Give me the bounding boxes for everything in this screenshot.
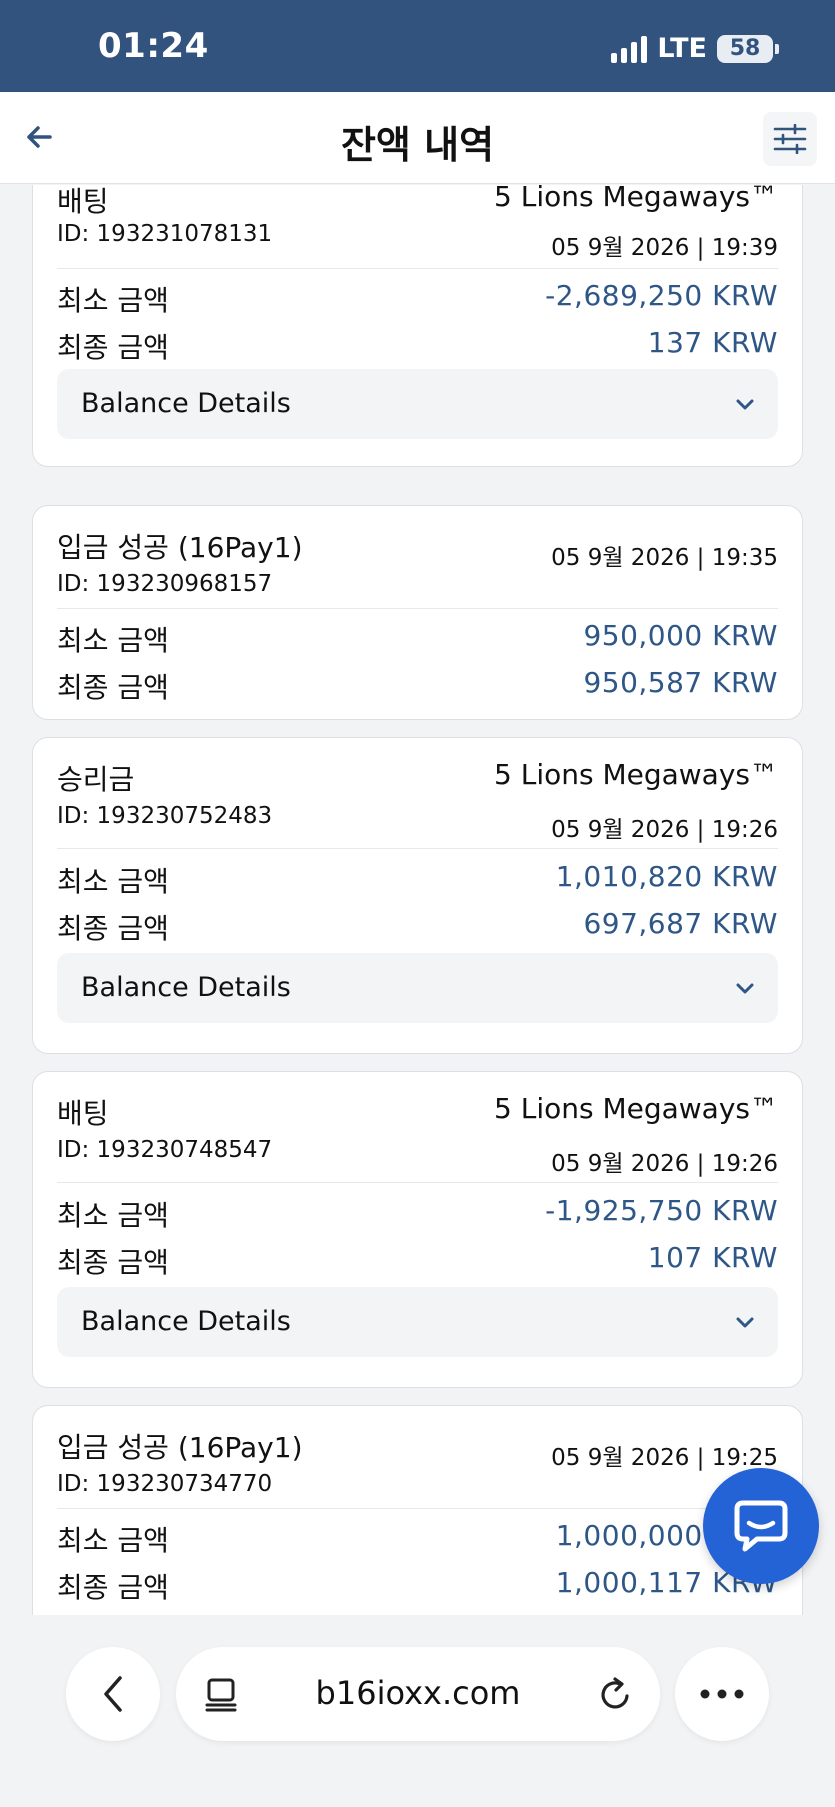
- divider: [57, 268, 778, 269]
- transaction-date: 05 9월 2026 | 19:35: [551, 545, 778, 571]
- balance-details-toggle[interactable]: Balance Details: [57, 953, 778, 1023]
- app-header: 잔액 내역: [0, 92, 835, 184]
- min-amount-label: 최소 금액: [57, 865, 169, 898]
- game-name: 5 Lions Megaways™: [494, 1092, 778, 1125]
- transaction-id: ID: 193230748547: [57, 1137, 273, 1163]
- transaction-id: ID: 193230734770: [57, 1471, 273, 1497]
- transaction-card: 배팅 5 Lions Megaways™ ID: 193230748547 05…: [32, 1071, 803, 1388]
- more-options-button[interactable]: [675, 1647, 769, 1741]
- transaction-date: 05 9월 2026 | 19:26: [551, 817, 778, 843]
- status-time: 01:24: [98, 26, 209, 66]
- reload-icon[interactable]: [598, 1675, 634, 1713]
- balance-details-label: Balance Details: [81, 388, 291, 419]
- sliders-icon: [773, 124, 807, 154]
- transaction-date: 05 9월 2026 | 19:39: [551, 235, 778, 261]
- transaction-type: 배팅: [57, 1097, 109, 1130]
- chat-button[interactable]: [703, 1468, 819, 1584]
- chevron-left-icon: [104, 1676, 122, 1712]
- min-amount-label: 최소 금액: [57, 624, 169, 657]
- min-amount-value: -2,689,250 KRW: [545, 279, 778, 312]
- final-amount-label: 최종 금액: [57, 1246, 169, 1279]
- transaction-card: 입금 성공 (16Pay1) 05 9월 2026 | 19:35 ID: 19…: [32, 505, 803, 720]
- chevron-down-icon: [736, 399, 754, 410]
- page-title: 잔액 내역: [340, 123, 495, 167]
- filter-button[interactable]: [763, 112, 817, 166]
- transaction-type: 입금 성공 (16Pay1): [57, 1431, 303, 1464]
- divider: [57, 1508, 778, 1509]
- final-amount-label: 최종 금액: [57, 671, 169, 704]
- transaction-card: 입금 성공 (16Pay1) 05 9월 2026 | 19:25 ID: 19…: [32, 1405, 803, 1615]
- min-amount-label: 최소 금액: [57, 1524, 169, 1557]
- final-amount-value: 950,587 KRW: [583, 666, 778, 699]
- min-amount-value: 950,000 KRW: [583, 619, 778, 652]
- browser-back-button[interactable]: [66, 1647, 160, 1741]
- divider: [57, 848, 778, 849]
- ellipsis-icon: [700, 1689, 744, 1699]
- chevron-down-icon: [736, 1317, 754, 1328]
- transaction-card: 배팅 5 Lions Megaways™ ID: 193231078131 05…: [32, 185, 803, 467]
- transaction-date: 05 9월 2026 | 19:25: [551, 1445, 778, 1471]
- status-indicators: LTE 58: [611, 33, 779, 64]
- game-name: 5 Lions Megaways™: [494, 185, 778, 213]
- final-amount-label: 최종 금액: [57, 912, 169, 945]
- balance-details-label: Balance Details: [81, 1306, 291, 1337]
- transaction-card: 승리금 5 Lions Megaways™ ID: 193230752483 0…: [32, 737, 803, 1054]
- transaction-type: 입금 성공 (16Pay1): [57, 531, 303, 564]
- chat-bubble-icon: [734, 1500, 788, 1552]
- battery-icon: 58: [717, 34, 779, 63]
- min-amount-label: 최소 금액: [57, 284, 169, 317]
- signal-icon: [611, 35, 648, 63]
- chevron-down-icon: [736, 983, 754, 994]
- transaction-id: ID: 193231078131: [57, 221, 273, 247]
- transaction-id: ID: 193230968157: [57, 571, 273, 597]
- network-type: LTE: [657, 33, 707, 64]
- game-name: 5 Lions Megaways™: [494, 758, 778, 791]
- min-amount-value: 1,010,820 KRW: [555, 860, 778, 893]
- final-amount-label: 최종 금액: [57, 1571, 169, 1604]
- balance-details-toggle[interactable]: Balance Details: [57, 1287, 778, 1357]
- transaction-list[interactable]: 배팅 5 Lions Megaways™ ID: 193231078131 05…: [0, 185, 835, 1615]
- final-amount-value: 137 KRW: [647, 326, 778, 359]
- final-amount-value: 107 KRW: [647, 1241, 778, 1274]
- transaction-date: 05 9월 2026 | 19:26: [551, 1151, 778, 1177]
- transaction-type: 승리금: [57, 763, 135, 796]
- url-text: b16ioxx.com: [315, 1674, 521, 1712]
- final-amount-label: 최종 금액: [57, 331, 169, 364]
- address-bar[interactable]: b16ioxx.com: [176, 1647, 660, 1741]
- status-bar: 01:24 LTE 58: [0, 0, 835, 92]
- balance-details-toggle[interactable]: Balance Details: [57, 369, 778, 439]
- final-amount-value: 697,687 KRW: [583, 907, 778, 940]
- balance-details-label: Balance Details: [81, 972, 291, 1003]
- divider: [57, 608, 778, 609]
- min-amount-value: -1,925,750 KRW: [545, 1194, 778, 1227]
- transaction-id: ID: 193230752483: [57, 803, 273, 829]
- min-amount-label: 최소 금액: [57, 1199, 169, 1232]
- transaction-type: 배팅: [57, 185, 109, 218]
- divider: [57, 1182, 778, 1183]
- browser-toolbar: b16ioxx.com: [0, 1615, 835, 1807]
